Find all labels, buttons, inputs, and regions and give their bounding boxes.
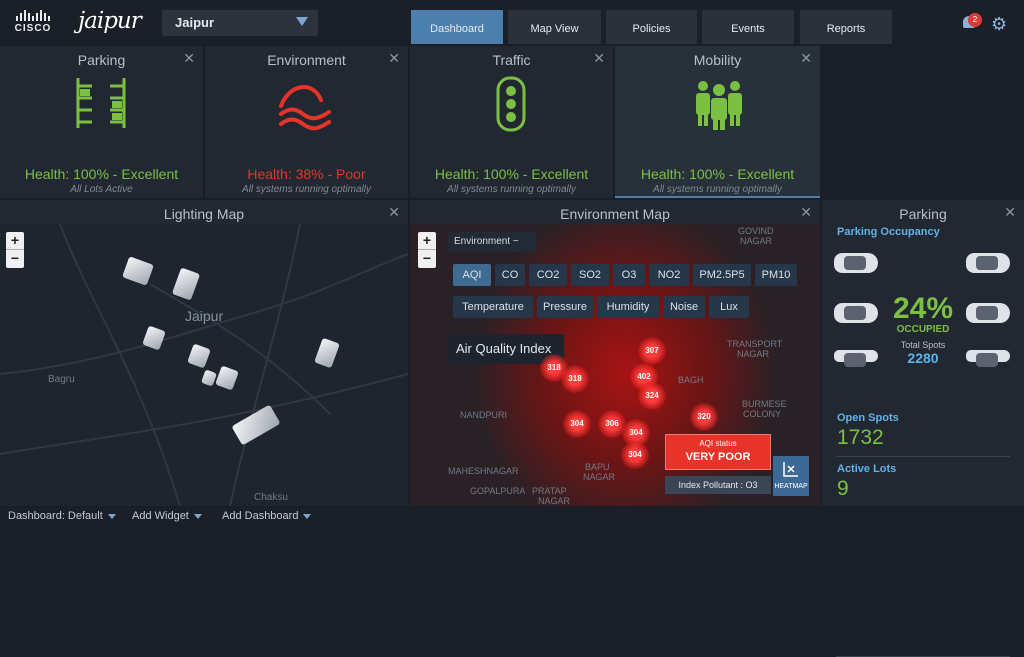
environment-card[interactable]: Environment ✕ Health: 38% - Poor All sys… (205, 46, 408, 198)
aqi-marker[interactable]: 304 (563, 410, 591, 438)
pollutant-so2[interactable]: SO2 (571, 264, 609, 286)
car-icon (834, 253, 878, 273)
parking-lot-icon (76, 78, 126, 128)
jaipur-logo: jaipur (78, 8, 142, 34)
pollutant-pm10[interactable]: PM10 (755, 264, 797, 286)
cisco-logo: CISCO (12, 10, 54, 36)
chevron-down-icon (107, 513, 116, 519)
add-widget-button[interactable]: Add Widget (132, 510, 202, 522)
pollutant-o3[interactable]: O3 (613, 264, 645, 286)
dashboard-selector[interactable]: Dashboard: Default (8, 510, 116, 522)
tab-policies[interactable]: Policies (606, 10, 697, 44)
chevron-down-icon (303, 513, 312, 519)
close-icon[interactable]: ✕ (183, 50, 195, 67)
metric-noise[interactable]: Noise (663, 296, 705, 318)
car-icon (966, 350, 1010, 367)
occupancy-percent: 24% (892, 292, 954, 325)
mobility-card[interactable]: Mobility ✕ Health: 100% - Excellent All … (615, 46, 820, 198)
car-icon (966, 253, 1010, 273)
aqi-marker[interactable]: 304 (621, 441, 649, 469)
aqi-marker[interactable]: 318 (561, 365, 589, 393)
chevron-down-icon (193, 513, 202, 519)
environment-map[interactable]: + − Environment − AQI CO CO2 SO2 O3 NO2 P… (410, 224, 820, 506)
close-icon[interactable]: ✕ (800, 204, 812, 221)
pollutant-co2[interactable]: CO2 (529, 264, 567, 286)
zoom-out-button[interactable]: − (6, 250, 24, 268)
tab-map-view[interactable]: Map View (508, 10, 601, 44)
collapse-icon: − (512, 236, 519, 247)
pollutant-no2[interactable]: NO2 (649, 264, 689, 286)
aqi-status-box: AQI status VERY POOR (665, 434, 771, 470)
bottom-bar: Dashboard: Default Add Widget Add Dashbo… (0, 508, 1024, 524)
index-pollutant: Index Pollutant : O3 (665, 476, 771, 494)
metric-pressure[interactable]: Pressure (537, 296, 593, 318)
total-spots-value: 2280 (907, 350, 939, 366)
chevron-down-icon (296, 17, 308, 26)
close-icon[interactable]: ✕ (1004, 204, 1016, 221)
zoom-in-button[interactable]: + (6, 232, 24, 250)
environment-dropdown[interactable]: Environment − (448, 232, 536, 252)
car-icon (834, 350, 878, 367)
close-icon[interactable]: ✕ (593, 50, 605, 67)
environment-map-panel: Environment Map ✕ + − Environment − AQI C… (410, 200, 820, 506)
traffic-light-icon (496, 76, 526, 132)
close-icon[interactable]: ✕ (800, 50, 812, 67)
zoom-control[interactable]: + − (418, 232, 436, 268)
pollutant-co[interactable]: CO (495, 264, 525, 286)
metric-temperature[interactable]: Temperature (453, 296, 533, 318)
divider (836, 456, 1010, 457)
close-icon[interactable]: ✕ (388, 204, 400, 221)
aqi-marker[interactable]: 324 (638, 382, 666, 410)
aqi-marker[interactable]: 320 (690, 403, 718, 431)
parking-card[interactable]: Parking ✕ Health: 100% - Excellent All L… (0, 46, 203, 198)
tab-reports[interactable]: Reports (800, 10, 892, 44)
car-icon (834, 303, 878, 323)
active-lots-value: 9 (837, 477, 849, 500)
lighting-map[interactable]: + − Jaipur Bagru Chaksu (0, 224, 408, 506)
zoom-out-button[interactable]: − (418, 250, 436, 268)
lighting-map-panel: Lighting Map ✕ + − Jaipur Bagru Chaksu (0, 200, 408, 506)
parking-panel: Parking ✕ Parking Occupancy 24% OCCUPIED… (822, 200, 1024, 657)
environment-waves-icon (279, 85, 331, 131)
car-icon (966, 303, 1010, 323)
aqi-marker[interactable]: 307 (638, 337, 666, 365)
zoom-in-button[interactable]: + (418, 232, 436, 250)
aqi-status-value: VERY POOR (685, 451, 751, 463)
traffic-card[interactable]: Traffic ✕ Health: 100% - Excellent All s… (410, 46, 613, 198)
metric-lux[interactable]: Lux (709, 296, 749, 318)
city-select-value: Jaipur (175, 15, 215, 30)
pollutant-aqi[interactable]: AQI (453, 264, 491, 286)
open-spots-value: 1732 (837, 426, 884, 449)
notification-badge: 2 (968, 13, 982, 27)
pollutant-pm25[interactable]: PM2.5P5 (693, 264, 751, 286)
metric-humidity[interactable]: Humidity (597, 296, 659, 318)
tab-dashboard[interactable]: Dashboard (411, 10, 503, 44)
add-dashboard-button[interactable]: Add Dashboard (222, 510, 312, 522)
zoom-control[interactable]: + − (6, 232, 24, 268)
top-bar: CISCO jaipur Jaipur Dashboard Map View P… (0, 0, 1024, 44)
city-select[interactable]: Jaipur (162, 10, 318, 36)
close-icon[interactable]: ✕ (388, 50, 400, 67)
tab-events[interactable]: Events (702, 10, 794, 44)
people-icon (696, 81, 742, 130)
heatmap-toggle[interactable]: HEATMAP (773, 456, 809, 496)
notification-bell-icon[interactable]: 2 (962, 13, 982, 31)
chart-icon (783, 462, 798, 477)
gear-icon[interactable]: ⚙ (991, 15, 1008, 33)
